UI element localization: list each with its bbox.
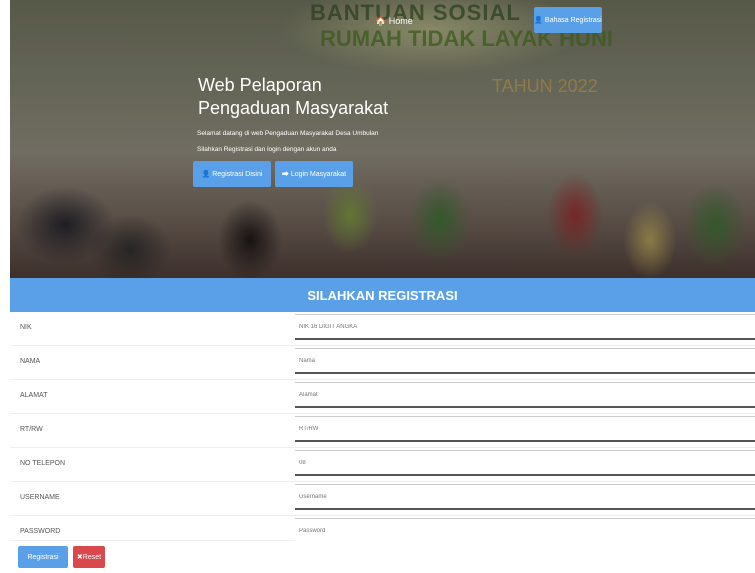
username-input[interactable] [295, 484, 755, 510]
form-row-rtrw: RT/RW [10, 414, 755, 448]
reset-button[interactable]: ✖Reset [73, 546, 105, 568]
banner-photo-year: TAHUN 2022 [492, 76, 598, 96]
page-title-line2: Pengaduan Masyarakat [198, 98, 389, 118]
page-left-margin [0, 0, 10, 573]
nama-label: NAMA [20, 358, 41, 365]
hero-subtitle-line1: Selamat datang di web Pengaduan Masyarak… [197, 130, 379, 137]
home-link[interactable]: 🏠 Home [375, 16, 413, 27]
hero-subtitle: Selamat datang di web Pengaduan Masyarak… [197, 126, 378, 158]
alamat-input[interactable] [295, 382, 755, 408]
top-registration-button[interactable]: 👤 Bahasa Registrasi [534, 7, 602, 33]
rtrw-label: RT/RW [20, 426, 43, 433]
form-row-telepon: NO TELEPON [10, 448, 755, 482]
hero-content: BANTUAN SOSIAL RUMAH TIDAK LAYAK HUNI TA… [10, 0, 755, 278]
telepon-label: NO TELEPON [20, 460, 65, 467]
hero-subtitle-line2: Silahkan Registrasi dan login dengan aku… [197, 146, 337, 153]
banner-photo-text-top: BANTUAN SOSIAL [310, 0, 521, 25]
page-title-line1: Web Pelaporan [198, 75, 322, 95]
form-row-username: USERNAME [10, 482, 755, 516]
password-label: PASSWORD [20, 528, 61, 535]
alamat-label: ALAMAT [20, 392, 48, 399]
login-masyarakat-button[interactable]: ⮕ Login Masyarakat [275, 161, 353, 187]
registration-page: BANTUAN SOSIAL RUMAH TIDAK LAYAK HUNI TA… [0, 0, 755, 573]
nama-input[interactable] [295, 348, 755, 374]
page-title: Web Pelaporan Pengaduan Masyarakat [198, 74, 388, 120]
form-row-alamat: ALAMAT [10, 380, 755, 414]
form-actions: Registrasi ✖Reset [10, 541, 755, 573]
nik-input[interactable] [295, 314, 755, 340]
hero-banner: BANTUAN SOSIAL RUMAH TIDAK LAYAK HUNI TA… [10, 0, 755, 278]
registrasi-submit-button[interactable]: Registrasi [18, 546, 68, 568]
form-header: SILAHKAN REGISTRASI [10, 278, 755, 312]
register-here-button[interactable]: 👤 Registrasi Disini [193, 161, 271, 187]
form-row-password: PASSWORD [10, 516, 755, 544]
form-row-nik: NIK [10, 312, 755, 346]
telepon-input[interactable] [295, 450, 755, 476]
username-label: USERNAME [20, 494, 60, 501]
nik-label: NIK [20, 324, 32, 331]
form-row-nama: NAMA [10, 346, 755, 380]
rtrw-input[interactable] [295, 416, 755, 442]
